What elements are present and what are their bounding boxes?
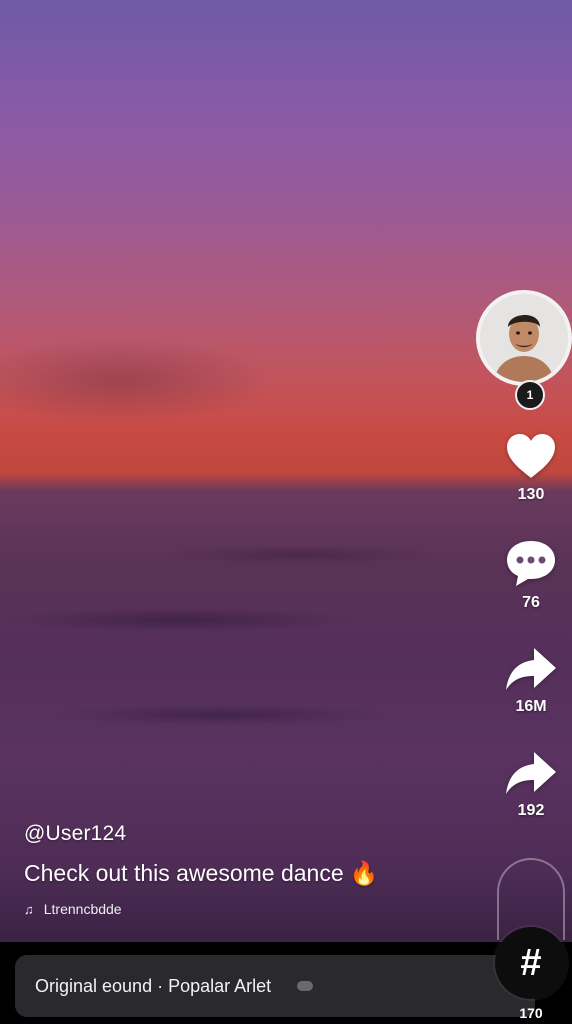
comment-button[interactable]: 76 <box>495 538 567 612</box>
hashtag-icon: # <box>520 942 542 984</box>
caption-text-row: Check out this awesome dance 🔥 <box>24 860 484 887</box>
share-button[interactable]: 16M <box>495 646 567 716</box>
forward-arrow-icon <box>506 752 556 794</box>
like-count: 130 <box>517 486 545 503</box>
comment-bubble-icon <box>507 541 555 586</box>
music-text: Ltrenncbdde <box>43 901 122 917</box>
sound-label: Original eound · Popalar Arlet <box>35 975 272 996</box>
repost-button[interactable]: 192 <box>495 750 567 820</box>
follow-badge[interactable]: 1 <box>515 380 545 410</box>
follow-badge-label: 1 <box>526 388 534 402</box>
heart-icon <box>507 434 555 478</box>
repost-count: 192 <box>517 802 545 819</box>
video-background[interactable] <box>0 0 572 945</box>
share-arrow-icon <box>506 648 556 690</box>
share-count: 16M <box>515 698 547 715</box>
caption-text: Check out this awesome dance <box>24 860 344 886</box>
original-sound-pill[interactable]: Original eound · Popalar Arlet <box>15 955 535 1017</box>
creator-username[interactable]: @User124 <box>24 822 484 846</box>
comment-count: 76 <box>522 594 540 611</box>
like-button[interactable]: 130 <box>495 432 567 504</box>
hashtag-count: 170 <box>519 1005 543 1021</box>
music-row[interactable]: ♫ Ltrenncbdde <box>24 901 484 917</box>
avatar-photo-icon <box>480 294 568 382</box>
fire-emoji: 🔥 <box>349 860 379 886</box>
sound-dot-icon <box>297 981 314 991</box>
creator-avatar[interactable] <box>476 290 572 386</box>
hashtag-button[interactable]: # <box>495 927 567 999</box>
music-note-icon: ♫ <box>24 901 34 917</box>
video-caption: @User124 Check out this awesome dance 🔥 … <box>24 822 484 917</box>
